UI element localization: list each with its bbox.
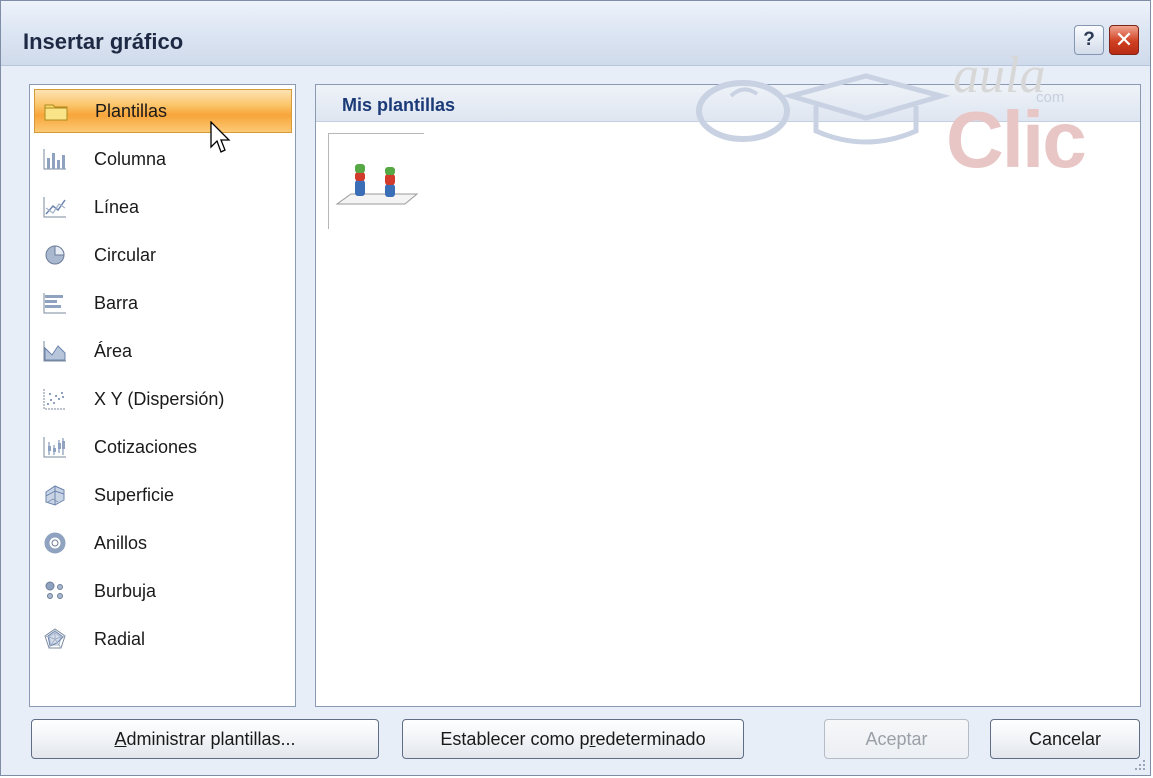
category-item-cotizaciones[interactable]: Cotizaciones bbox=[34, 425, 292, 469]
title-bar: Insertar gráfico ? ✕ bbox=[1, 1, 1150, 66]
folder-icon bbox=[43, 98, 69, 124]
set-as-default-button[interactable]: Establecer como predeterminado bbox=[402, 719, 744, 759]
bubble-chart-icon bbox=[42, 578, 68, 604]
category-label: Cotizaciones bbox=[94, 436, 198, 457]
chart-template-icon bbox=[329, 164, 425, 234]
category-item-anillos[interactable]: Anillos bbox=[34, 521, 292, 565]
close-button[interactable]: ✕ bbox=[1109, 25, 1139, 55]
surface-chart-icon bbox=[42, 482, 68, 508]
pie-chart-icon bbox=[42, 242, 68, 268]
category-item-area[interactable]: Área bbox=[34, 329, 292, 373]
category-label: Plantillas bbox=[95, 100, 168, 121]
radar-chart-icon bbox=[42, 626, 68, 652]
line-chart-icon bbox=[42, 194, 68, 220]
category-label: Radial bbox=[94, 628, 146, 649]
help-button[interactable]: ? bbox=[1074, 25, 1104, 55]
templates-panel-title: Mis plantillas bbox=[342, 95, 456, 115]
category-item-burbuja[interactable]: Burbuja bbox=[34, 569, 292, 613]
templates-panel: Mis plantillas bbox=[315, 84, 1141, 707]
stock-chart-icon bbox=[42, 434, 68, 460]
category-item-superficie[interactable]: Superficie bbox=[34, 473, 292, 517]
category-label: Anillos bbox=[94, 532, 148, 553]
ok-label: Aceptar bbox=[865, 728, 928, 749]
bar-chart-icon bbox=[42, 290, 68, 316]
category-label: Barra bbox=[94, 292, 139, 313]
close-icon: ✕ bbox=[1114, 27, 1134, 52]
category-label: X Y (Dispersión) bbox=[94, 388, 225, 409]
category-label: Área bbox=[94, 340, 133, 361]
column-chart-icon bbox=[42, 146, 68, 172]
category-item-radial[interactable]: Radial bbox=[34, 617, 292, 661]
category-label: Superficie bbox=[94, 484, 175, 505]
help-icon: ? bbox=[1083, 29, 1095, 50]
set-as-default-label: Establecer como predeterminado bbox=[440, 728, 706, 749]
scatter-chart-icon bbox=[42, 386, 68, 412]
category-item-barra[interactable]: Barra bbox=[34, 281, 292, 325]
mouse-cursor-icon bbox=[210, 120, 232, 160]
insert-chart-dialog: Insertar gráfico ? ✕ Plantillas Columna … bbox=[0, 0, 1151, 776]
resize-grip-icon[interactable] bbox=[1132, 757, 1146, 771]
category-item-dispersion[interactable]: X Y (Dispersión) bbox=[34, 377, 292, 421]
category-label: Circular bbox=[94, 244, 157, 265]
templates-panel-header: Mis plantillas bbox=[316, 85, 1140, 122]
cancel-label: Cancelar bbox=[1028, 728, 1102, 749]
category-item-columna[interactable]: Columna bbox=[34, 137, 292, 181]
category-item-circular[interactable]: Circular bbox=[34, 233, 292, 277]
cancel-button[interactable]: Cancelar bbox=[990, 719, 1140, 759]
area-chart-icon bbox=[42, 338, 68, 364]
category-item-linea[interactable]: Línea bbox=[34, 185, 292, 229]
category-label: Columna bbox=[94, 148, 167, 169]
category-label: Línea bbox=[94, 196, 140, 217]
manage-templates-label: Administrar plantillas... bbox=[114, 728, 296, 749]
category-item-plantillas[interactable]: Plantillas bbox=[34, 89, 292, 133]
category-label: Burbuja bbox=[94, 580, 157, 601]
manage-templates-button[interactable]: Administrar plantillas... bbox=[31, 719, 379, 759]
chart-template-thumbnail[interactable] bbox=[328, 133, 424, 229]
chart-type-list: Plantillas Columna Línea Circular Barra bbox=[29, 84, 296, 707]
ok-button[interactable]: Aceptar bbox=[824, 719, 969, 759]
doughnut-chart-icon bbox=[42, 530, 68, 556]
window-title: Insertar gráfico bbox=[23, 29, 184, 54]
